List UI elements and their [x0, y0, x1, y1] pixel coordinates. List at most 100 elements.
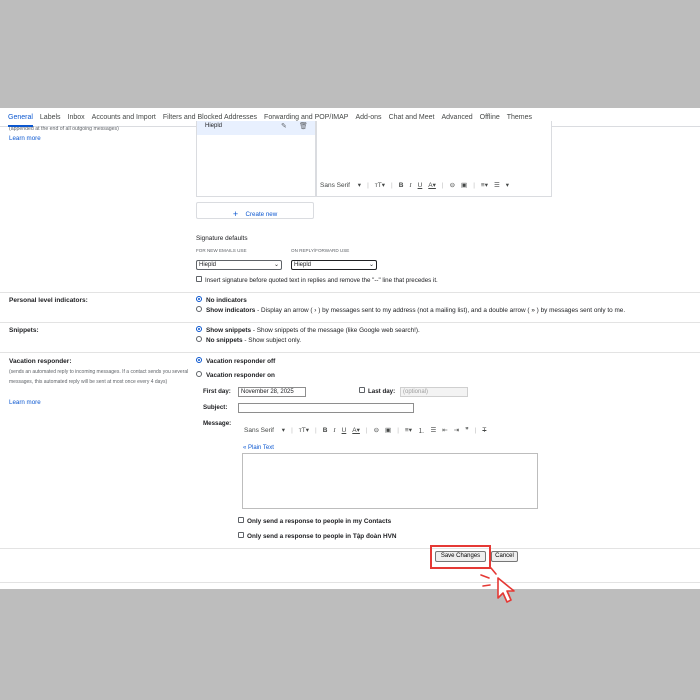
- show-snippets-option[interactable]: Show snippets - Show snippets of the mes…: [196, 326, 420, 334]
- divider: [0, 292, 700, 293]
- toolbar-divider: |: [315, 426, 317, 434]
- tab-filters[interactable]: Filters and Blocked Addresses: [163, 114, 257, 121]
- link-icon[interactable]: ⊖: [374, 426, 379, 434]
- only-org-option[interactable]: Only send a response to people in Tập đo…: [238, 532, 397, 540]
- underline-icon[interactable]: U: [418, 182, 423, 189]
- toolbar-divider: |: [474, 426, 477, 434]
- bulleted-list-icon[interactable]: ☰: [430, 426, 436, 434]
- font-family-select[interactable]: Sans Serif ▾: [244, 426, 285, 434]
- show-indicators-option[interactable]: Show indicators - Display an arrow ( › )…: [196, 306, 625, 314]
- create-new-button[interactable]: + Create new: [196, 202, 314, 219]
- tab-advanced[interactable]: Advanced: [441, 114, 472, 121]
- last-day-option[interactable]: Last day:: [359, 387, 395, 395]
- toolbar-divider: |: [397, 426, 399, 434]
- align-icon[interactable]: ≡▾: [481, 181, 488, 189]
- chevron-down-icon: ⌄: [273, 262, 279, 268]
- signature-learn-more[interactable]: Learn more: [9, 135, 41, 142]
- delete-icon[interactable]: 🗑: [299, 122, 308, 130]
- tab-chat-meet[interactable]: Chat and Meet: [389, 114, 435, 121]
- subject-input[interactable]: [238, 403, 414, 413]
- insert-before-option[interactable]: Insert signature before quoted text in r…: [196, 276, 438, 284]
- toolbar-divider: |: [367, 181, 369, 189]
- radio-selected[interactable]: [196, 357, 202, 364]
- signature-list: Hiepld ✎ 🗑: [196, 121, 316, 197]
- subject-label: Subject:: [203, 404, 228, 411]
- signature-item-name: Hiepld: [205, 123, 223, 129]
- cancel-button[interactable]: Cancel: [491, 551, 518, 562]
- tab-general[interactable]: General: [8, 114, 33, 127]
- toolbar-divider: |: [365, 426, 368, 434]
- bold-icon[interactable]: B: [399, 182, 404, 189]
- only-contacts-checkbox[interactable]: [238, 517, 244, 524]
- signature-defaults-title: Signature defaults: [196, 235, 248, 242]
- chevron-down-icon: ⌄: [368, 262, 374, 268]
- radio-selected[interactable]: [196, 326, 202, 333]
- insert-before-checkbox[interactable]: [196, 276, 202, 283]
- tab-accounts-import[interactable]: Accounts and Import: [92, 114, 156, 121]
- more-icon[interactable]: ▾: [506, 181, 509, 189]
- italic-icon[interactable]: I: [333, 427, 335, 434]
- toolbar-divider: |: [391, 181, 393, 189]
- plain-text-link[interactable]: « Plain Text: [243, 445, 274, 451]
- signature-toolbar: Sans Serif ▾ | тT▾ | B I U A▾ | ⊖ ▣ | ≡▾…: [320, 181, 515, 190]
- toolbar-divider: |: [473, 181, 475, 189]
- radio-unselected[interactable]: [196, 306, 202, 313]
- quote-icon[interactable]: ❞: [465, 426, 469, 434]
- image-icon[interactable]: ▣: [461, 181, 467, 189]
- link-icon[interactable]: ⊖: [450, 181, 455, 189]
- image-icon[interactable]: ▣: [385, 426, 391, 434]
- tab-labels[interactable]: Labels: [40, 114, 61, 121]
- numbered-list-icon[interactable]: ⒈: [418, 425, 425, 435]
- font-family-select[interactable]: Sans Serif ▾: [320, 181, 361, 189]
- message-label: Message:: [203, 420, 232, 427]
- text-color-icon[interactable]: A▾: [428, 181, 436, 189]
- signature-note: (appended at the end of all outgoing mes…: [9, 126, 119, 132]
- new-emails-select[interactable]: Hiepld ⌄: [196, 260, 282, 270]
- personal-indicators-label: Personal level indicators:: [9, 297, 88, 304]
- radio-selected[interactable]: [196, 296, 202, 303]
- tab-forwarding[interactable]: Forwarding and POP/IMAP: [264, 114, 348, 121]
- signature-list-item[interactable]: Hiepld ✎ 🗑: [197, 121, 315, 135]
- divider: [0, 582, 700, 583]
- plus-icon: +: [232, 209, 239, 219]
- indent-more-icon[interactable]: ⇥: [454, 426, 459, 434]
- indent-less-icon[interactable]: ⇤: [442, 426, 447, 434]
- only-org-checkbox[interactable]: [238, 532, 244, 539]
- bold-icon[interactable]: B: [323, 427, 328, 434]
- new-emails-label: FOR NEW EMAILS USE: [196, 248, 247, 253]
- first-day-input[interactable]: November 28, 2025: [238, 387, 306, 397]
- only-contacts-option[interactable]: Only send a response to people in my Con…: [238, 517, 391, 525]
- radio-unselected[interactable]: [196, 336, 202, 343]
- last-day-input[interactable]: (optional): [400, 387, 468, 397]
- gmail-settings-screenshot: General Labels Inbox Accounts and Import…: [0, 108, 700, 589]
- tab-inbox[interactable]: Inbox: [68, 114, 85, 121]
- last-day-checkbox[interactable]: [359, 387, 365, 394]
- message-editor[interactable]: [242, 453, 538, 509]
- italic-icon[interactable]: I: [409, 182, 411, 189]
- no-indicators-option[interactable]: No indicators: [196, 296, 247, 304]
- vacation-on-option[interactable]: Vacation responder on: [196, 371, 275, 379]
- tab-themes[interactable]: Themes: [507, 114, 532, 121]
- no-snippets-option[interactable]: No snippets - Show subject only.: [196, 336, 301, 344]
- divider: [0, 322, 700, 323]
- vacation-label: Vacation responder:: [9, 358, 72, 365]
- list-icon[interactable]: ☰: [494, 181, 500, 189]
- pointer-cursor-icon: [480, 567, 515, 603]
- vacation-learn-more[interactable]: Learn more: [9, 399, 41, 406]
- radio-unselected[interactable]: [196, 371, 202, 378]
- align-icon[interactable]: ≡▾: [405, 426, 412, 434]
- divider: [0, 352, 700, 353]
- font-size-icon[interactable]: тT▾: [375, 181, 385, 189]
- reply-forward-select[interactable]: Hiepld ⌄: [291, 260, 377, 270]
- remove-formatting-icon[interactable]: T: [482, 427, 486, 434]
- font-size-icon[interactable]: тT▾: [299, 426, 309, 434]
- tab-offline[interactable]: Offline: [480, 114, 500, 121]
- edit-icon[interactable]: ✎: [281, 122, 287, 130]
- snippets-label: Snippets:: [9, 327, 39, 334]
- vacation-off-option[interactable]: Vacation responder off: [196, 357, 275, 365]
- text-color-icon[interactable]: A▾: [352, 426, 360, 434]
- message-toolbar: Sans Serif ▾ | тT▾ | B I U A▾ | ⊖ ▣ | ≡▾…: [244, 425, 492, 436]
- tab-addons[interactable]: Add-ons: [355, 114, 381, 121]
- first-day-label: First day:: [203, 388, 231, 395]
- underline-icon[interactable]: U: [342, 427, 347, 434]
